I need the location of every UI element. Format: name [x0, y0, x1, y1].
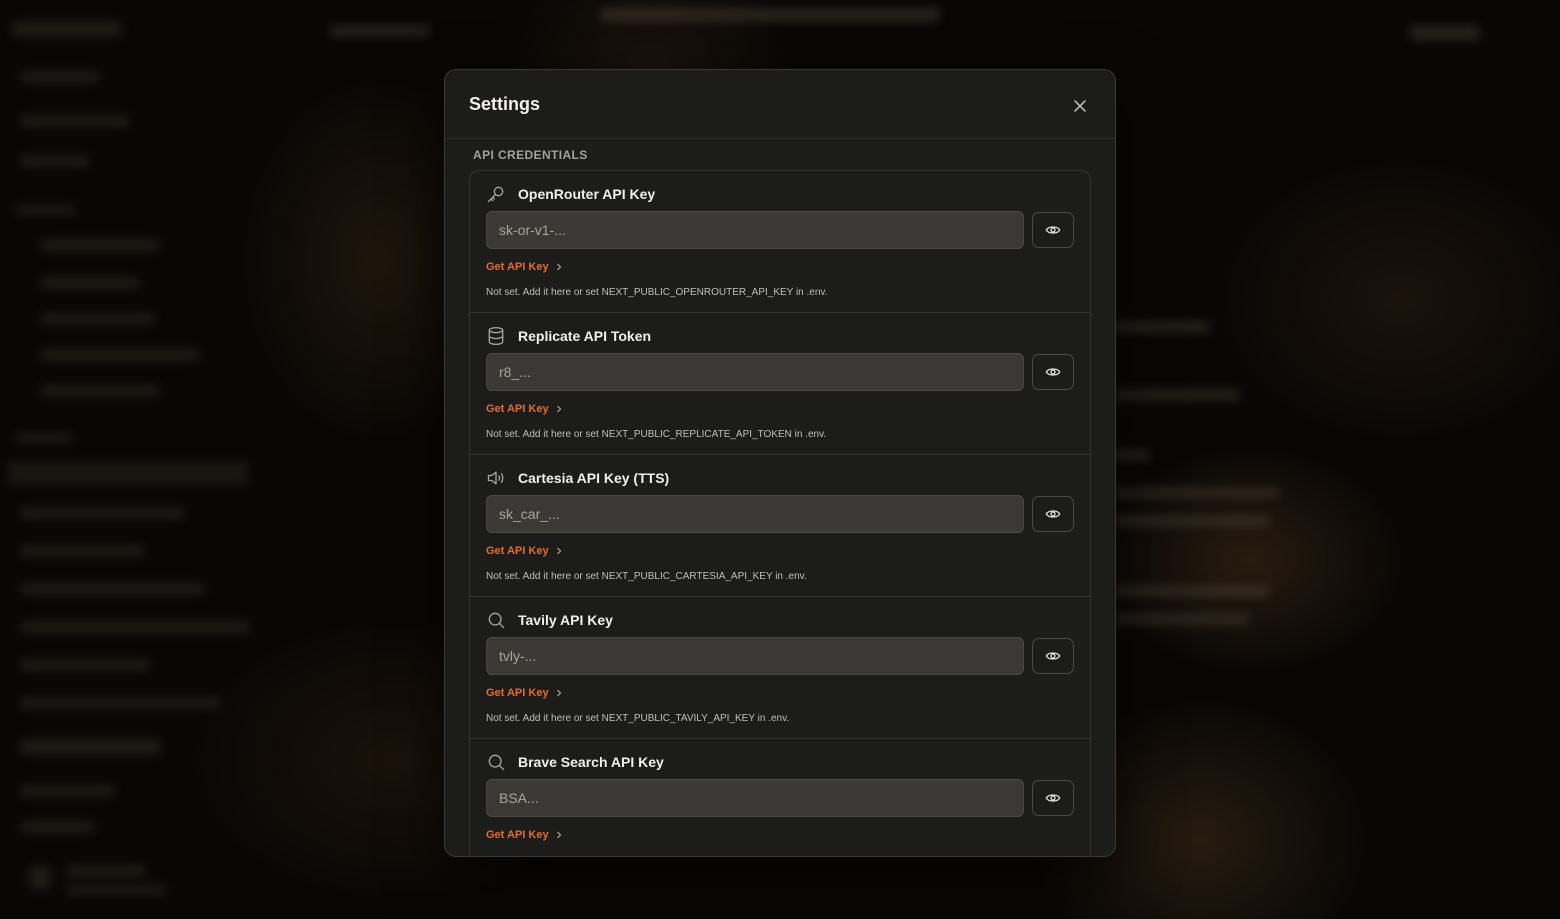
get-api-key-link[interactable]: Get API Key	[486, 829, 563, 841]
credential-status-note: Not set. Add it here or set NEXT_PUBLIC_…	[486, 287, 828, 298]
credential-openrouter: OpenRouter API Key Get API Key Not set. …	[470, 171, 1090, 313]
credential-cartesia: Cartesia API Key (TTS) Get API Key Not s…	[470, 455, 1090, 597]
eye-icon	[1045, 510, 1061, 518]
toggle-visibility-button[interactable]	[1032, 638, 1074, 674]
replicate-token-input[interactable]	[486, 353, 1024, 391]
settings-modal: Settings API CREDENTIALS OpenRouter API …	[444, 69, 1116, 857]
eye-icon	[1045, 368, 1061, 376]
close-icon	[1074, 100, 1086, 112]
get-api-key-link[interactable]: Get API Key	[486, 261, 563, 273]
chevron-right-icon	[556, 263, 561, 271]
credential-brave: Brave Search API Key Get API Key	[470, 739, 1090, 856]
modal-header: Settings	[445, 70, 1115, 139]
section-label: API CREDENTIALS	[473, 148, 588, 162]
database-icon	[488, 327, 504, 345]
search-icon	[488, 754, 505, 771]
credential-name: Replicate API Token	[518, 328, 652, 344]
toggle-visibility-button[interactable]	[1032, 212, 1074, 248]
chevron-right-icon	[556, 405, 561, 413]
cartesia-key-input[interactable]	[486, 495, 1024, 533]
credential-name: Tavily API Key	[518, 612, 613, 628]
eye-icon	[1045, 794, 1061, 802]
eye-icon	[1045, 226, 1061, 234]
credential-name: OpenRouter API Key	[518, 186, 656, 202]
credential-name: Brave Search API Key	[518, 754, 664, 770]
chevron-right-icon	[556, 547, 561, 555]
get-api-key-label: Get API Key	[486, 403, 549, 415]
toggle-visibility-button[interactable]	[1032, 780, 1074, 816]
credential-status-note: Not set. Add it here or set NEXT_PUBLIC_…	[486, 713, 790, 724]
chevron-right-icon	[556, 689, 561, 697]
search-icon	[488, 612, 505, 629]
get-api-key-label: Get API Key	[486, 687, 549, 699]
key-icon	[487, 186, 504, 203]
modal-title: Settings	[469, 94, 541, 114]
get-api-key-label: Get API Key	[486, 829, 549, 841]
close-button[interactable]	[1069, 95, 1091, 117]
credential-tavily: Tavily API Key Get API Key Not set. Add …	[470, 597, 1090, 739]
credential-status-note: Not set. Add it here or set NEXT_PUBLIC_…	[486, 571, 807, 582]
get-api-key-label: Get API Key	[486, 261, 549, 273]
speaker-icon	[487, 471, 504, 485]
chevron-right-icon	[556, 831, 561, 839]
get-api-key-label: Get API Key	[486, 545, 549, 557]
openrouter-key-input[interactable]	[486, 211, 1024, 249]
brave-key-input[interactable]	[486, 779, 1024, 817]
credentials-list: OpenRouter API Key Get API Key Not set. …	[469, 170, 1091, 856]
get-api-key-link[interactable]: Get API Key	[486, 687, 563, 699]
credential-replicate: Replicate API Token Get API Key Not set.…	[470, 313, 1090, 455]
tavily-key-input[interactable]	[486, 637, 1024, 675]
credential-name: Cartesia API Key (TTS)	[518, 470, 670, 486]
toggle-visibility-button[interactable]	[1032, 354, 1074, 390]
toggle-visibility-button[interactable]	[1032, 496, 1074, 532]
get-api-key-link[interactable]: Get API Key	[486, 545, 563, 557]
get-api-key-link[interactable]: Get API Key	[486, 403, 563, 415]
eye-icon	[1045, 652, 1061, 660]
credential-status-note: Not set. Add it here or set NEXT_PUBLIC_…	[486, 429, 827, 440]
